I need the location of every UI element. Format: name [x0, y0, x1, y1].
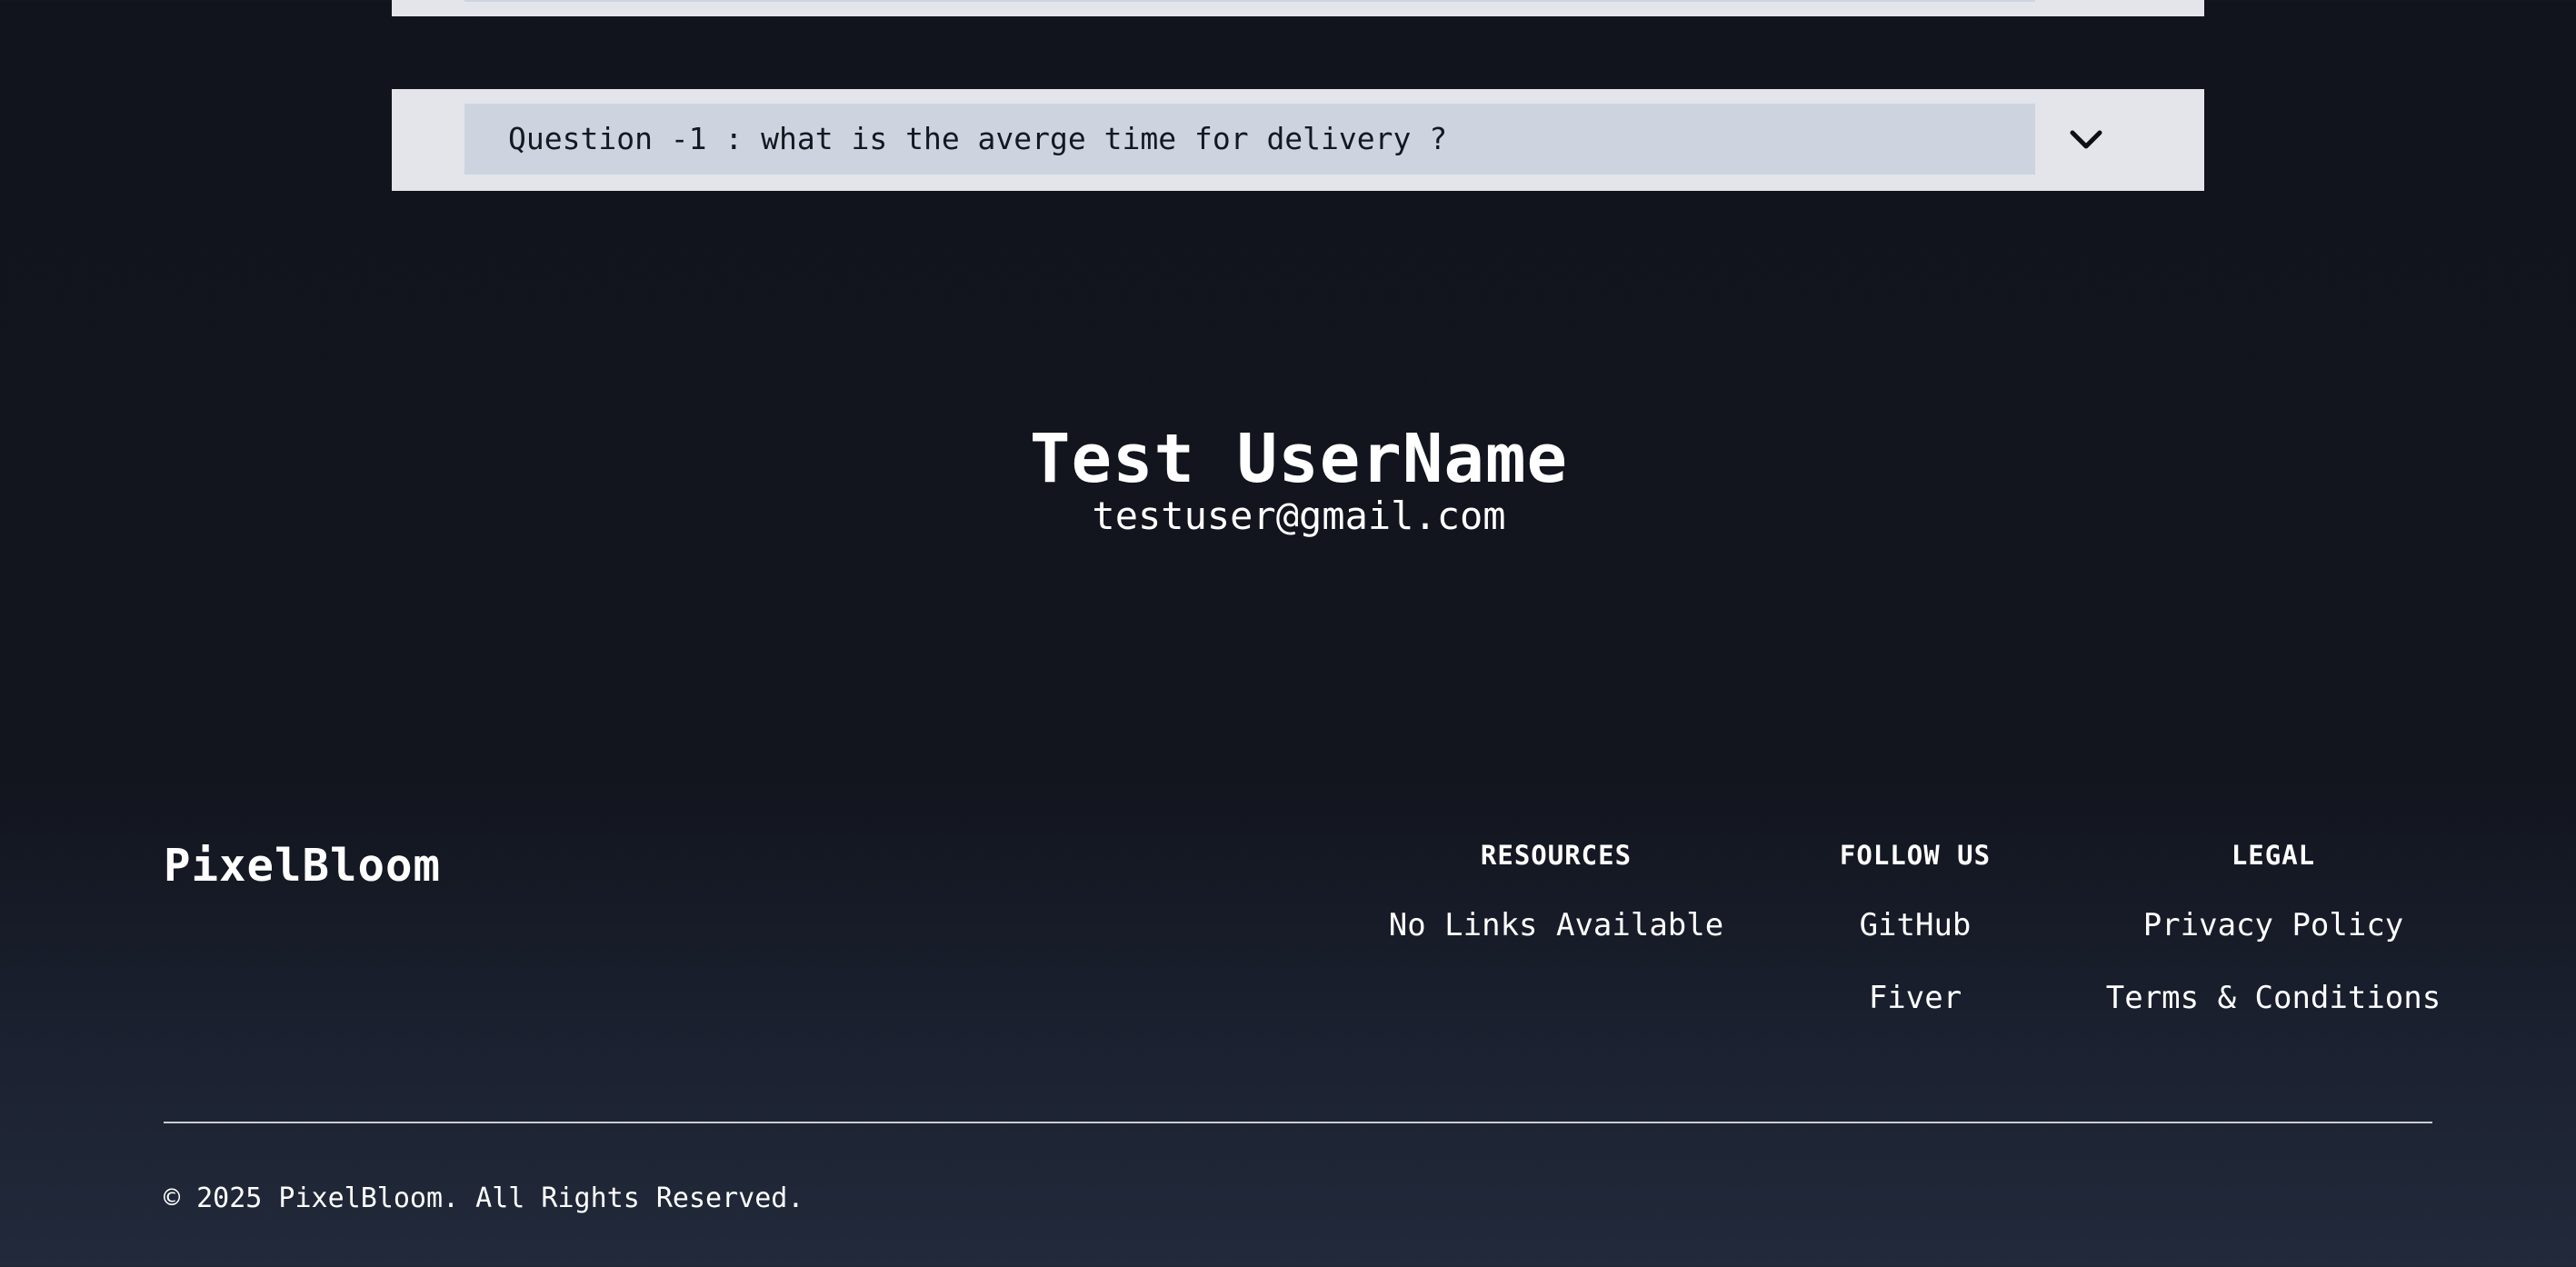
expand-faq-button[interactable]: [2061, 116, 2112, 164]
footer-link-github[interactable]: GitHub: [1840, 905, 1991, 945]
footer-brand-logo[interactable]: PixelBloom: [164, 837, 441, 895]
footer-heading-resources: RESOURCES: [1480, 840, 1632, 871]
footer-copyright: © 2025 PixelBloom. All Rights Reserved.: [164, 1182, 804, 1214]
footer-heading-follow-us: FOLLOW US: [1839, 840, 1992, 871]
footer-link-terms-conditions[interactable]: Terms & Conditions: [2106, 978, 2441, 1018]
footer-column-follow-us: FOLLOW US GitHub Fiver: [1840, 838, 1991, 1051]
footer-divider: [164, 1122, 2432, 1123]
user-profile: Test UserName testuser@gmail.com: [0, 414, 2576, 537]
chevron-down-icon: [2070, 130, 2102, 149]
footer-column-resources: RESOURCES No Links Available: [1389, 838, 1723, 945]
faq-item[interactable]: Question -1 : what is the averge time fo…: [392, 89, 2204, 191]
no-links-text: No Links Available: [1388, 907, 1724, 943]
footer-link-fiver[interactable]: Fiver: [1840, 978, 1991, 1018]
profile-email: testuser@gmail.com: [1092, 494, 1506, 538]
profile-name: Test UserName: [1029, 420, 1569, 498]
faq-question-previous: [464, 0, 2035, 2]
footer-column-legal: LEGAL Privacy Policy Terms & Conditions: [2106, 838, 2441, 1051]
faq-item-previous: [392, 0, 2204, 16]
faq-question[interactable]: Question -1 : what is the averge time fo…: [464, 104, 2035, 175]
footer-link-privacy-policy[interactable]: Privacy Policy: [2106, 905, 2441, 945]
footer-heading-legal: LEGAL: [2231, 840, 2316, 871]
